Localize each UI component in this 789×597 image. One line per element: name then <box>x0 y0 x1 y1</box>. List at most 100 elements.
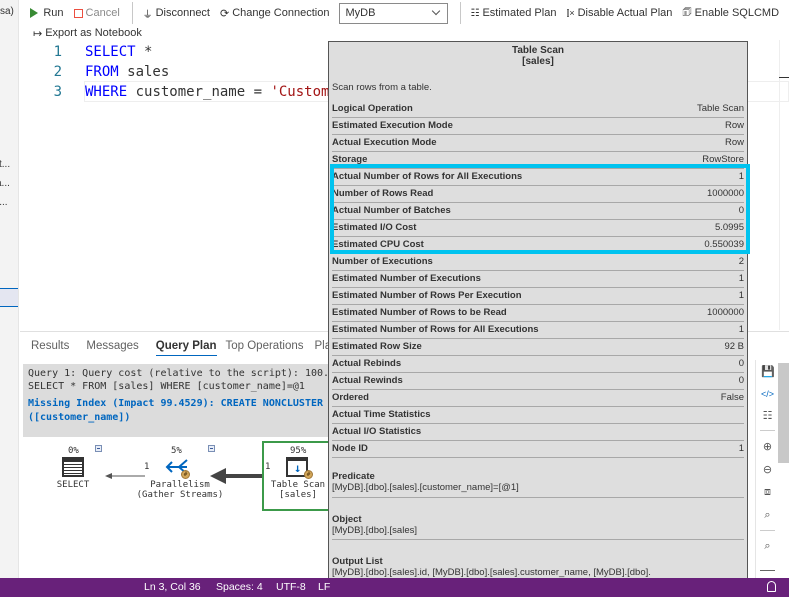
tooltip-property-row: Actual Rewinds 0 <box>332 373 744 390</box>
property-name: Number of Rows Read <box>332 188 434 199</box>
sidebar-selected-item[interactable] <box>0 288 18 307</box>
sql-keyword: FROM <box>85 64 119 80</box>
property-name: Estimated Number of Rows to be Read <box>332 307 507 318</box>
code-text: customer_name = <box>127 84 271 100</box>
collapse-toggle[interactable] <box>95 445 102 452</box>
property-value: 1000000 <box>707 307 744 318</box>
tab-messages[interactable]: Messages <box>86 338 138 356</box>
property-value: 1 <box>738 171 744 182</box>
tooltip-subtitle: [sales] <box>522 56 554 67</box>
select-result-icon[interactable] <box>62 457 84 477</box>
find-node-icon[interactable]: ⌕ <box>761 540 774 553</box>
estimated-plan-button[interactable]: ☷ Estimated Plan <box>471 7 557 19</box>
disconnect-plug-icon: ⏚ <box>142 9 153 21</box>
indentation-setting[interactable]: Spaces: 4 <box>216 581 263 593</box>
tooltip-property-row: Number of Executions 2 <box>332 254 744 271</box>
tooltip-property-row: Estimated CPU Cost 0.550039 <box>332 237 744 254</box>
tooltip-title: Table Scan <box>511 45 565 56</box>
missing-index-link-cont[interactable]: ([customer_name]) <box>28 411 328 424</box>
property-value: 2 <box>738 256 744 267</box>
tab-top-operations[interactable]: Top Operations <box>226 338 304 356</box>
encoding-setting[interactable]: UTF-8 <box>276 581 306 593</box>
cancel-button[interactable]: Cancel <box>73 7 120 19</box>
results-tabs: Results Messages Query Plan Top Operatio… <box>31 338 338 356</box>
open-xml-icon[interactable]: </> <box>761 388 774 401</box>
tooltip-predicate: Predicate [MyDB].[dbo].[sales].[customer… <box>332 471 519 493</box>
sql-keyword: WHERE <box>85 84 128 100</box>
tooltip-property-row: Actual Time Statistics <box>332 407 744 424</box>
edge-row-count: 1 <box>144 462 150 472</box>
database-select[interactable]: MyDB <box>339 2 448 24</box>
zoom-in-icon[interactable]: ⊕ <box>761 441 774 454</box>
export-notebook-button[interactable]: ↦ Export as Notebook <box>33 27 142 40</box>
tooltip-description: Scan rows from a table. <box>332 82 432 93</box>
tooltip-property-row: Estimated Number of Rows for All Executi… <box>332 322 744 339</box>
secondary-toolbar: ↦ Export as Notebook <box>33 26 152 40</box>
open-query-icon[interactable]: ☷ <box>761 410 774 423</box>
disable-actual-plan-button[interactable]: ⫿× Disable Actual Plan <box>566 7 672 19</box>
property-name: Estimated Number of Rows Per Execution <box>332 290 522 301</box>
plan-scrollbar[interactable] <box>778 363 789 463</box>
change-connection-button[interactable]: ⟳ Change Connection <box>220 7 329 20</box>
plan-edge-arrow-thick <box>210 468 264 484</box>
property-value: 0 <box>738 205 744 216</box>
property-value: 5.0995 <box>714 222 744 233</box>
notifications-bell-icon[interactable] <box>767 581 776 592</box>
tooltip-property-row: Actual Execution Mode Row <box>332 135 744 152</box>
property-value: Row <box>724 137 744 148</box>
missing-index-link[interactable]: Missing Index (Impact 99.4529): CREATE N… <box>28 397 328 410</box>
save-plan-icon[interactable]: 💾 <box>761 366 775 379</box>
node-cost-percent: 5% <box>171 446 182 456</box>
property-value: Row <box>724 120 744 131</box>
plan-node-select[interactable]: SELECT <box>50 480 96 490</box>
collapse-toggle[interactable] <box>208 445 215 452</box>
eol-setting[interactable]: LF <box>318 581 330 593</box>
enable-sqlcmd-button[interactable]: 🗊 Enable SQLCMD <box>682 5 779 22</box>
execution-plan-diagram: 0% SELECT 1 5% # Parallelism (Gather Str… <box>20 437 332 577</box>
overview-ruler-marker <box>779 77 789 78</box>
toolbar-divider <box>131 2 133 24</box>
property-name: Estimated Execution Mode <box>332 120 453 131</box>
sqlcmd-icon: 🗊 <box>682 6 692 18</box>
tab-query-plan[interactable]: Query Plan <box>155 338 217 356</box>
property-value: Table Scan <box>696 103 744 114</box>
disconnect-button[interactable]: ⏚ Disconnect <box>143 6 210 21</box>
zoom-to-fit-icon[interactable]: ⧈ <box>761 486 774 499</box>
tooltip-property-row: Estimated Number of Executions 1 <box>332 271 744 288</box>
line-number: 1 <box>53 44 62 60</box>
property-name: Node ID <box>332 443 368 454</box>
zoom-out-icon[interactable]: ⊖ <box>761 464 774 477</box>
toolbar-divider <box>459 2 461 24</box>
sidebar-item[interactable]: t... <box>0 159 10 170</box>
cursor-position[interactable]: Ln 3, Col 36 <box>144 581 201 593</box>
property-name: Estimated CPU Cost <box>332 239 424 250</box>
tooltip-property-row: Ordered False <box>332 390 744 407</box>
tooltip-property-row: Estimated I/O Cost 5.0995 <box>332 220 744 237</box>
play-icon <box>30 8 39 18</box>
query-toolbar: Run Cancel ⏚ Disconnect ⟳ Change Connect… <box>20 0 789 26</box>
tooltip-divider <box>332 497 744 498</box>
editor-overview-ruler <box>779 40 780 330</box>
actual-plan-icon: ⫿× <box>566 7 575 18</box>
change-connection-icon: ⟳ <box>220 7 230 20</box>
export-arrow-icon: ↦ <box>33 27 43 40</box>
parallel-badge-icon: # <box>181 470 190 479</box>
property-name: Actual Execution Mode <box>332 137 437 148</box>
run-button[interactable]: Run <box>30 7 64 19</box>
sql-editor[interactable]: 1 SELECT * 2 FROM sales 3 WHERE customer_na… <box>20 40 338 330</box>
plan-node-table-scan[interactable]: Table Scan [sales] <box>268 480 328 500</box>
code-text: sales <box>118 64 170 80</box>
tooltip-property-row: Node ID 1 <box>332 441 744 458</box>
object-explorer-sidebar: sa) t... a... l... <box>0 0 19 578</box>
tooltip-property-row: Estimated Row Size 92 B <box>332 339 744 356</box>
sidebar-connection-label[interactable]: sa) <box>0 6 14 17</box>
tooltip-property-row: Logical Operation Table Scan <box>332 101 744 118</box>
line-number: 3 <box>53 84 62 100</box>
property-value: 92 B <box>724 341 744 352</box>
sidebar-item[interactable]: a... <box>0 178 10 189</box>
property-value: 0.550039 <box>704 239 744 250</box>
plan-side-toolbar: 💾 </> ☷ ⊕ ⊖ ⧈ ⌕ ⌕ <box>755 360 777 578</box>
tab-results[interactable]: Results <box>31 338 69 356</box>
sidebar-item[interactable]: l... <box>0 197 8 208</box>
custom-zoom-icon[interactable]: ⌕ <box>761 509 774 522</box>
